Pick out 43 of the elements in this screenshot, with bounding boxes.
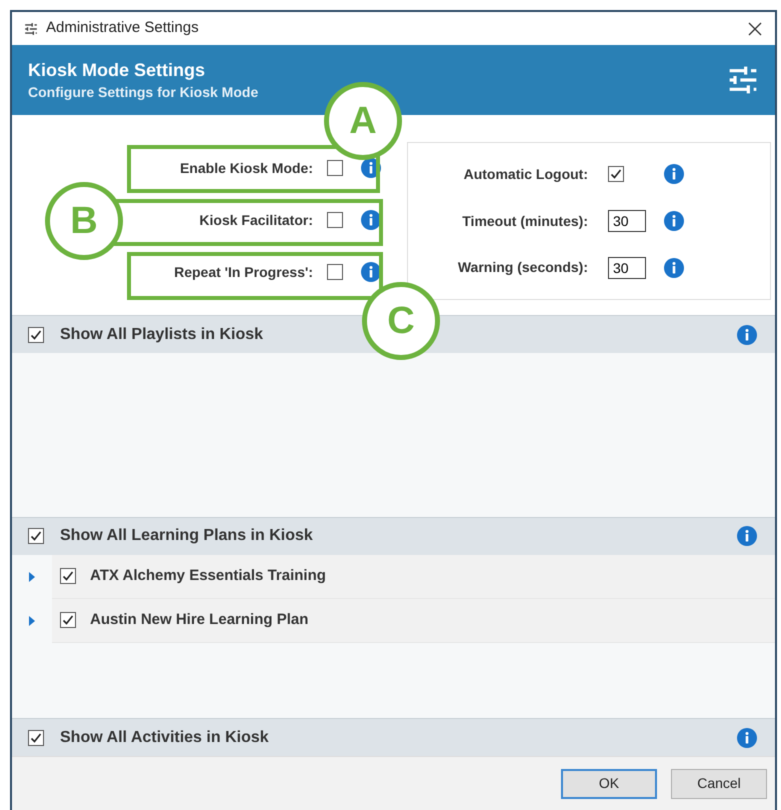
item-label: ATX Alchemy Essentials Training	[90, 566, 326, 586]
setting-label: Kiosk Facilitator:	[199, 210, 313, 230]
caret-icon[interactable]	[28, 616, 36, 626]
section-title: Show All Learning Plans in Kiosk	[60, 526, 313, 546]
dialog-button[interactable]: OK	[561, 768, 657, 798]
section-title: Show All Activities in Kiosk	[60, 728, 269, 748]
setting-label: Automatic Logout:	[462, 164, 588, 184]
header-title: Kiosk Mode Settings	[28, 59, 206, 82]
checkbox[interactable]	[327, 160, 343, 176]
info-icon[interactable]	[737, 526, 757, 546]
setting-label: Warning (seconds):	[456, 258, 588, 278]
window-title: Administrative Settings	[46, 18, 199, 38]
info-icon[interactable]	[664, 211, 684, 231]
checkbox[interactable]	[28, 730, 44, 746]
close-icon[interactable]	[747, 20, 763, 36]
info-icon[interactable]	[361, 210, 381, 230]
info-icon[interactable]	[361, 158, 381, 178]
list-row[interactable]: ATX Alchemy Essentials Training	[52, 554, 775, 598]
item-label: Austin New Hire Learning Plan	[90, 610, 308, 630]
info-icon[interactable]	[361, 262, 381, 282]
header-subtitle: Configure Settings for Kiosk Mode	[28, 83, 258, 102]
list-row[interactable]: Austin New Hire Learning Plan	[52, 598, 775, 642]
sliders-icon	[24, 22, 38, 36]
checkbox[interactable]	[327, 212, 343, 228]
checkbox[interactable]	[60, 612, 76, 628]
info-icon[interactable]	[737, 324, 757, 344]
caret-icon[interactable]	[28, 572, 36, 582]
dialog-button[interactable]: Cancel	[671, 768, 767, 798]
setting-label: Timeout (minutes):	[461, 212, 588, 231]
setting-label: Enable Kiosk Mode:	[180, 158, 313, 178]
info-icon[interactable]	[664, 258, 684, 278]
checkbox[interactable]	[60, 568, 76, 584]
number-field[interactable]: 30	[608, 256, 646, 279]
info-icon[interactable]	[737, 728, 757, 748]
checkbox[interactable]	[28, 326, 44, 342]
section-title: Show All Playlists in Kiosk	[60, 324, 264, 344]
checkbox[interactable]	[608, 166, 624, 182]
checkbox[interactable]	[327, 264, 343, 280]
number-field[interactable]: 30	[608, 210, 646, 232]
info-icon[interactable]	[664, 164, 684, 184]
sliders-icon	[727, 64, 759, 96]
setting-label: Repeat 'In Progress':	[174, 262, 313, 282]
checkbox[interactable]	[28, 528, 44, 544]
